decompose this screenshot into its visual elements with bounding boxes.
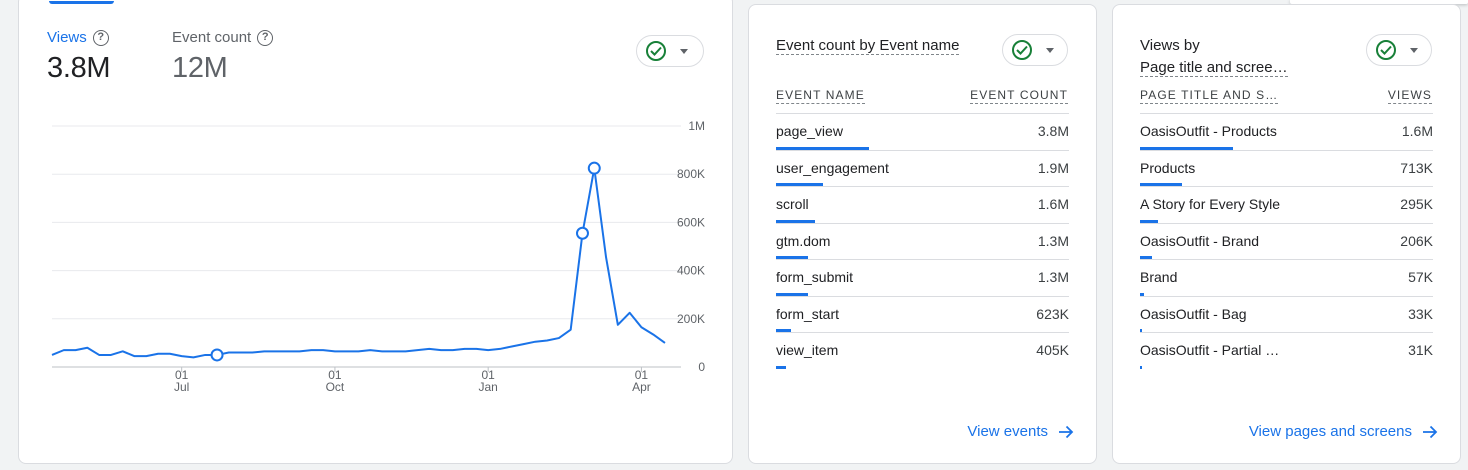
row-name: scroll	[776, 196, 809, 212]
chevron-down-icon	[1046, 47, 1054, 53]
y-tick-label: 0	[698, 360, 705, 374]
column-header-event-name[interactable]: EVENT NAME	[776, 88, 865, 104]
row-value: 1.6M	[1401, 123, 1433, 139]
row-value: 33K	[1408, 305, 1433, 322]
column-header-event-count[interactable]: EVENT COUNT	[970, 88, 1068, 104]
page-table: OasisOutfit - Products 1.6M Products 713K A …	[1140, 113, 1433, 369]
row-value: 623K	[1036, 305, 1069, 322]
row-value: 295K	[1400, 196, 1433, 212]
series-line-views[interactable]	[51, 167, 666, 359]
row-value: 1.6M	[1037, 196, 1069, 212]
x-tick-month: Jan	[478, 380, 497, 394]
anomaly-point[interactable]	[210, 348, 224, 362]
row-share-bar	[1140, 365, 1142, 369]
check-circle-icon	[1012, 40, 1032, 60]
table-row[interactable]: OasisOutfit - Brand 206K	[1140, 222, 1433, 259]
table-row[interactable]: form_submit 1.3M	[776, 259, 1069, 296]
row-name: Products	[1140, 159, 1196, 176]
row-value: 713K	[1400, 159, 1433, 176]
row-value: 1.3M	[1037, 232, 1069, 249]
table-row[interactable]: A Story for Every Style 295K	[1140, 186, 1433, 223]
column-header-views[interactable]: VIEWS	[1387, 88, 1432, 104]
row-value: 405K	[1036, 342, 1069, 358]
card-title-dimension[interactable]: Page title and scree…	[1140, 59, 1288, 77]
row-name: form_submit	[776, 269, 854, 285]
views-by-page-card: Views by Page title and scree… PAGE TITL…	[1112, 4, 1461, 464]
table-row[interactable]: form_start 623K	[776, 295, 1069, 332]
view-events-label: View events	[967, 423, 1048, 440]
y-tick-label: 400K	[677, 264, 705, 278]
row-name: gtm.dom	[776, 232, 831, 249]
y-tick-label: 200K	[677, 312, 705, 326]
view-pages-link[interactable]: View pages and screens	[1249, 423, 1438, 440]
row-share-bar	[776, 365, 787, 369]
row-name: form_start	[776, 305, 840, 322]
row-value: 57K	[1408, 269, 1433, 285]
anomaly-point[interactable]	[587, 161, 601, 175]
table-row[interactable]: OasisOutfit - Products 1.6M	[1140, 113, 1433, 150]
comparison-status-dropdown[interactable]	[1002, 34, 1068, 66]
card-title-line1: Views by	[1140, 37, 1200, 54]
x-tick-month: Apr	[632, 380, 651, 394]
anomaly-point[interactable]	[575, 226, 589, 240]
y-tick-label: 600K	[677, 215, 705, 229]
row-name: A Story for Every Style	[1140, 196, 1281, 212]
table-row[interactable]: Brand 57K	[1140, 259, 1433, 296]
x-tick-month: Oct	[326, 380, 345, 394]
table-row[interactable]: OasisOutfit - Bag 33K	[1140, 295, 1433, 332]
views-line-chart: 0200K400K600K800K1M01Jul01Oct01Jan01Apr	[51, 119, 705, 394]
y-tick-label: 1M	[688, 119, 705, 133]
row-name: user_engagement	[776, 159, 889, 176]
view-pages-label: View pages and screens	[1248, 423, 1412, 440]
arrow-right-icon	[1423, 425, 1438, 438]
table-row[interactable]: page_view 3.8M	[776, 113, 1069, 150]
column-header-page-title[interactable]: PAGE TITLE AND S…	[1140, 88, 1279, 104]
table-row[interactable]: scroll 1.6M	[776, 186, 1069, 223]
card-title: Views by Page title and scree…	[1140, 35, 1288, 79]
y-tick-label: 800K	[677, 167, 705, 181]
arrow-right-icon	[1059, 425, 1074, 438]
row-name: page_view	[776, 123, 843, 139]
comparison-status-dropdown[interactable]	[1366, 34, 1432, 66]
row-name: OasisOutfit - Brand	[1140, 232, 1260, 249]
event-count-card: Event count by Event name EVENT NAME EVE…	[748, 4, 1097, 464]
views-chart-card: Views ? 3.8M Event count ? 12M 0 200K 400K…	[18, 0, 733, 464]
table-row[interactable]: gtm.dom 1.3M	[776, 222, 1069, 259]
table-row[interactable]: OasisOutfit - Partial … 31K	[1140, 332, 1433, 369]
x-tick-month: Jul	[174, 380, 189, 394]
row-name: OasisOutfit - Bag	[1140, 305, 1247, 322]
row-value: 1.3M	[1037, 269, 1069, 285]
row-value: 3.8M	[1037, 123, 1069, 139]
row-name: Brand	[1140, 269, 1178, 285]
row-value: 31K	[1408, 342, 1433, 358]
card-title-text[interactable]: Event count by Event name	[776, 37, 960, 55]
row-name: OasisOutfit - Partial …	[1140, 342, 1280, 358]
row-name: OasisOutfit - Products	[1140, 123, 1277, 139]
view-events-link[interactable]: View events	[967, 423, 1074, 440]
row-name: view_item	[776, 342, 839, 358]
table-row[interactable]: user_engagement 1.9M	[776, 149, 1069, 186]
chevron-down-icon	[1410, 47, 1418, 53]
check-circle-icon	[1376, 40, 1396, 60]
table-row[interactable]: Products 713K	[1140, 149, 1433, 186]
row-value: 1.9M	[1037, 159, 1069, 176]
event-table: page_view 3.8M user_engagement 1.9M scroll 1.…	[776, 113, 1069, 369]
card-title: Event count by Event name	[776, 35, 960, 57]
table-row[interactable]: view_item 405K	[776, 332, 1069, 369]
row-value: 206K	[1400, 232, 1433, 249]
